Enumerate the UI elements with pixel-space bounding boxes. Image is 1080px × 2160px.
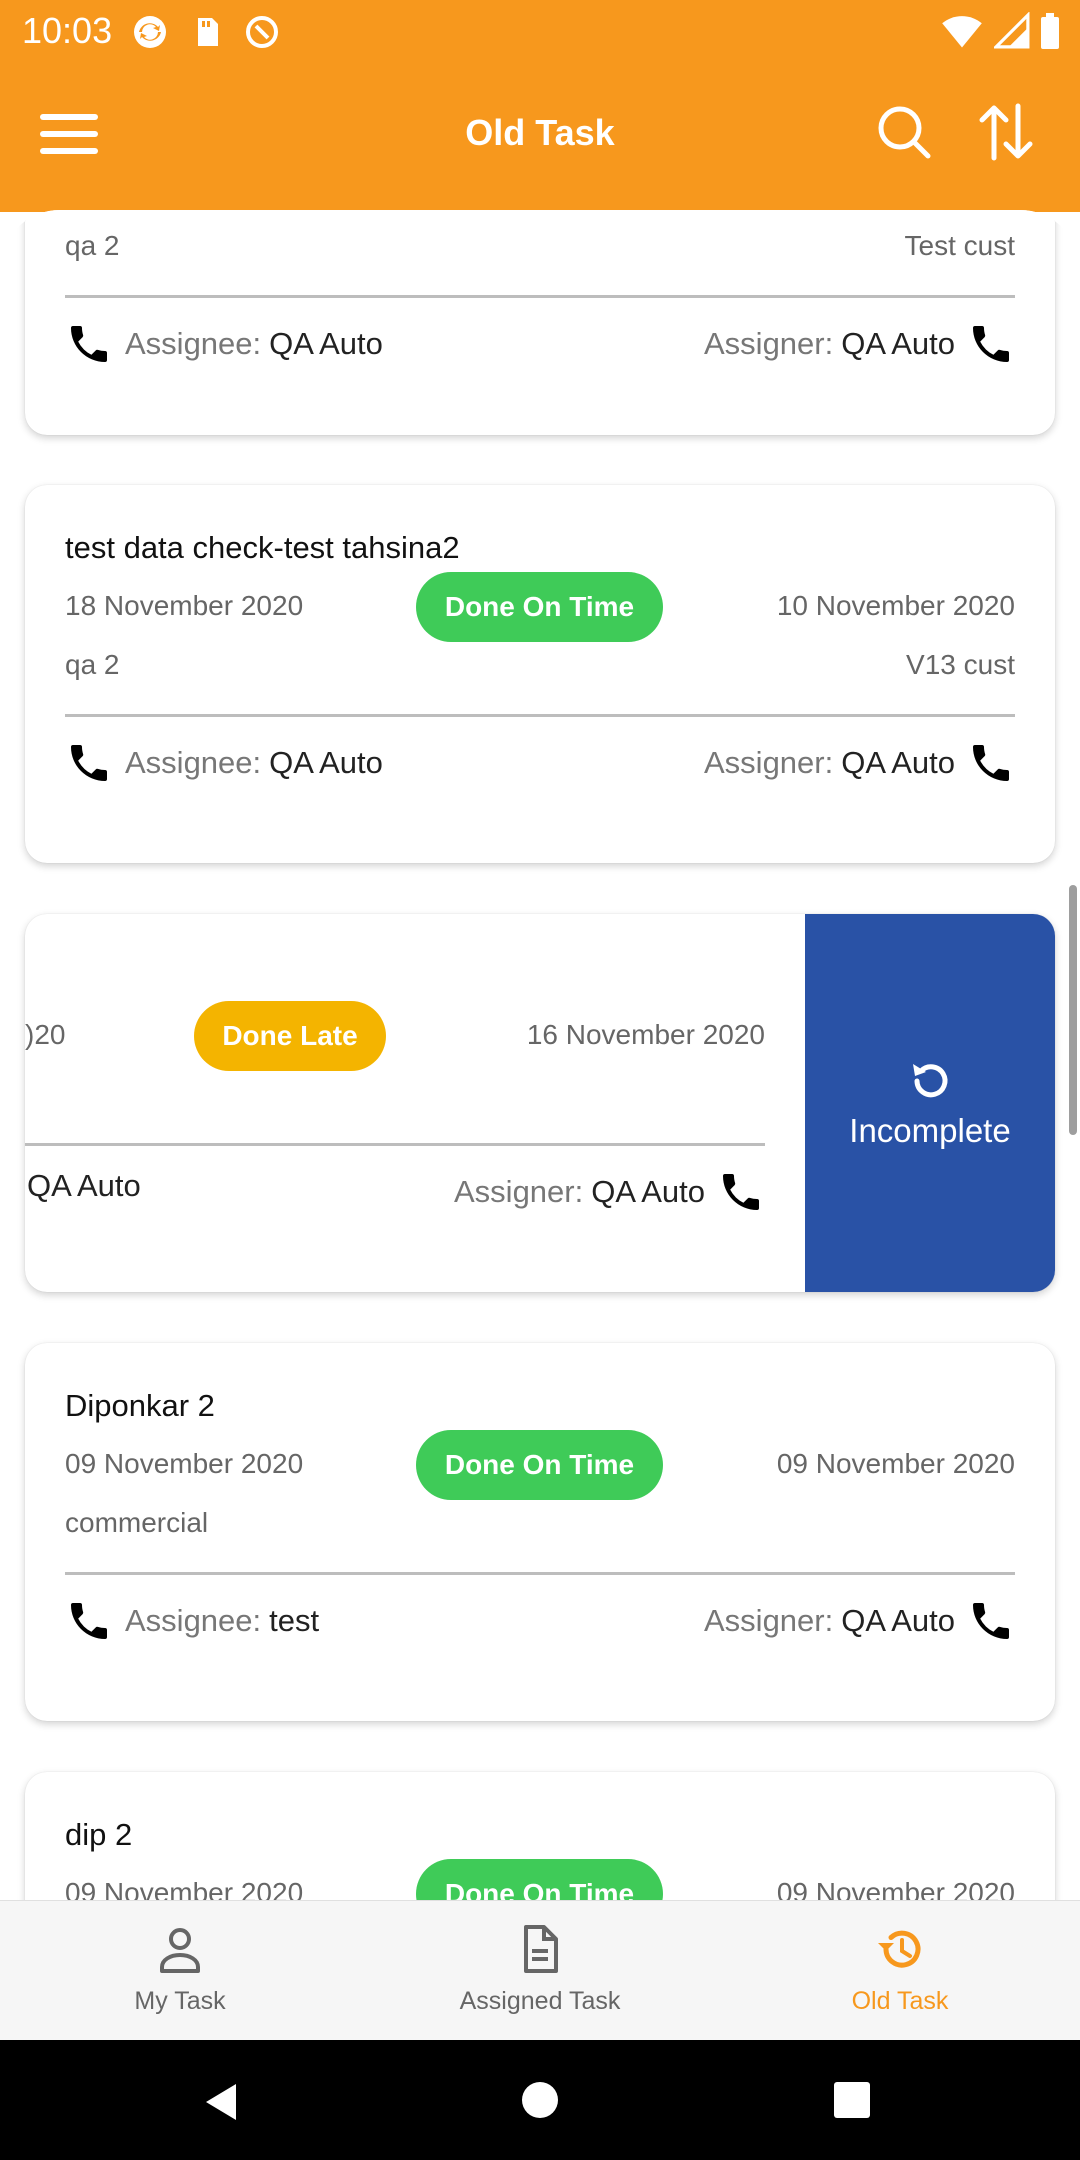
assigner-contact[interactable]: Assigner: QA Auto: [704, 320, 1015, 368]
sync-app-icon: [134, 16, 166, 48]
task-card-swiped[interactable]: )20 Done Late 16 November 2020 QA Auto A…: [25, 914, 1055, 1292]
card-divider: [25, 1143, 765, 1146]
scrollbar[interactable]: [1069, 885, 1077, 1135]
task-list[interactable]: qa 2 Test cust Assignee: QA Auto Assigne…: [0, 210, 1080, 1900]
card-divider: [65, 295, 1015, 298]
task-card[interactable]: qa 2 Test cust Assignee: QA Auto Assigne…: [25, 210, 1055, 435]
incomplete-label: Incomplete: [849, 1112, 1011, 1149]
task-due-date: 09 November 2020: [65, 1877, 304, 1900]
status-badge: Done Late: [194, 1001, 386, 1071]
assignee-contact[interactable]: QA Auto: [27, 1168, 141, 1204]
task-completed-date: 10 November 2020: [776, 590, 1015, 621]
task-title: dip 2: [65, 1817, 133, 1852]
assignee-label: Assignee:: [125, 326, 262, 361]
app-bar: Old Task: [0, 62, 1080, 212]
status-bar: 10:03: [0, 0, 1080, 62]
phone-icon[interactable]: [967, 320, 1015, 368]
task-category: qa 2: [65, 649, 120, 680]
recents-icon[interactable]: [832, 2080, 872, 2120]
card-divider: [65, 1572, 1015, 1575]
status-badge: Done On Time: [416, 572, 663, 642]
tab-label: My Task: [134, 1987, 226, 2015]
task-customer: V13 cust: [906, 649, 1015, 680]
assigner-name: QA Auto: [591, 1174, 705, 1209]
task-due-date: 18 November 2020: [65, 590, 304, 621]
assignee-label: Assignee:: [125, 1603, 262, 1638]
phone-icon[interactable]: [65, 320, 113, 368]
assignee-contact[interactable]: Assignee: QA Auto: [65, 320, 383, 368]
task-card[interactable]: test data check-test tahsina2 18 Novembe…: [25, 485, 1055, 863]
assigner-contact[interactable]: Assigner: QA Auto: [704, 739, 1015, 787]
assigner-name: QA Auto: [841, 1603, 955, 1638]
assignee-name: QA Auto: [27, 1168, 141, 1203]
phone-icon[interactable]: [717, 1168, 765, 1216]
assignee-name: QA Auto: [269, 745, 383, 780]
card-divider: [65, 714, 1015, 717]
task-category: qa 2: [65, 230, 120, 261]
status-badge: Done On Time: [416, 1430, 663, 1500]
tab-old-task[interactable]: Old Task: [720, 1901, 1080, 2040]
task-title: test data check-test tahsina2: [65, 530, 460, 565]
tab-assigned-task[interactable]: Assigned Task: [360, 1901, 720, 2040]
back-icon[interactable]: [200, 2080, 244, 2124]
person-icon: [160, 1928, 200, 1973]
document-icon: [524, 1925, 558, 1973]
sort-icon[interactable]: [976, 102, 1036, 162]
battery-icon: [1041, 13, 1059, 49]
status-badge: Done On Time: [416, 1859, 663, 1900]
search-icon[interactable]: [876, 104, 932, 160]
task-card[interactable]: Diponkar 2 09 November 2020 Done On Time…: [25, 1343, 1055, 1721]
task-customer: Test cust: [904, 230, 1015, 261]
assigner-contact[interactable]: Assigner: QA Auto: [704, 1597, 1015, 1645]
tab-label: Old Task: [851, 1987, 949, 2015]
task-due-date: )20: [25, 1019, 66, 1050]
task-card[interactable]: dip 2 09 November 2020 Done On Time 09 N…: [25, 1772, 1055, 1900]
status-time: 10:03: [22, 10, 113, 51]
assigner-label: Assigner:: [454, 1174, 584, 1209]
assigner-name: QA Auto: [841, 326, 955, 361]
tab-label: Assigned Task: [459, 1987, 621, 2015]
assigner-contact[interactable]: Assigner: QA Auto: [454, 1168, 765, 1216]
system-status-icons: [940, 12, 1060, 50]
home-icon[interactable]: [520, 2080, 560, 2120]
assignee-name: QA Auto: [269, 326, 383, 361]
bottom-nav: My Task Assigned Task Old Task: [0, 1900, 1080, 2040]
phone-icon[interactable]: [967, 1597, 1015, 1645]
incomplete-button[interactable]: Incomplete: [805, 914, 1055, 1292]
wifi-icon: [942, 16, 982, 48]
assignee-name: test: [269, 1603, 320, 1638]
task-completed-date: 09 November 2020: [776, 1877, 1015, 1900]
tab-my-task[interactable]: My Task: [0, 1901, 360, 2040]
assignee-contact[interactable]: Assignee: QA Auto: [65, 739, 383, 787]
at-sign-icon: [246, 16, 278, 48]
assignee-label: Assignee:: [125, 745, 262, 780]
assigner-label: Assigner:: [704, 745, 834, 780]
task-title: Diponkar 2: [65, 1388, 215, 1423]
restore-icon: [913, 1064, 948, 1098]
history-icon: [878, 1930, 921, 1968]
phone-icon[interactable]: [65, 1597, 113, 1645]
notification-icons: [130, 12, 282, 52]
task-completed-date: 09 November 2020: [776, 1448, 1015, 1479]
signal-icon: [994, 12, 1030, 49]
phone-icon[interactable]: [967, 739, 1015, 787]
task-category: commercial: [65, 1507, 209, 1538]
sd-card-icon: [198, 18, 218, 46]
assigner-label: Assigner:: [704, 326, 834, 361]
task-due-date: 09 November 2020: [65, 1448, 304, 1479]
assignee-contact[interactable]: Assignee: test: [65, 1597, 319, 1645]
assigner-label: Assigner:: [704, 1603, 834, 1638]
system-navigation-bar: [0, 2040, 1080, 2160]
task-completed-date: 16 November 2020: [526, 1019, 765, 1050]
phone-icon[interactable]: [65, 739, 113, 787]
assigner-name: QA Auto: [841, 745, 955, 780]
